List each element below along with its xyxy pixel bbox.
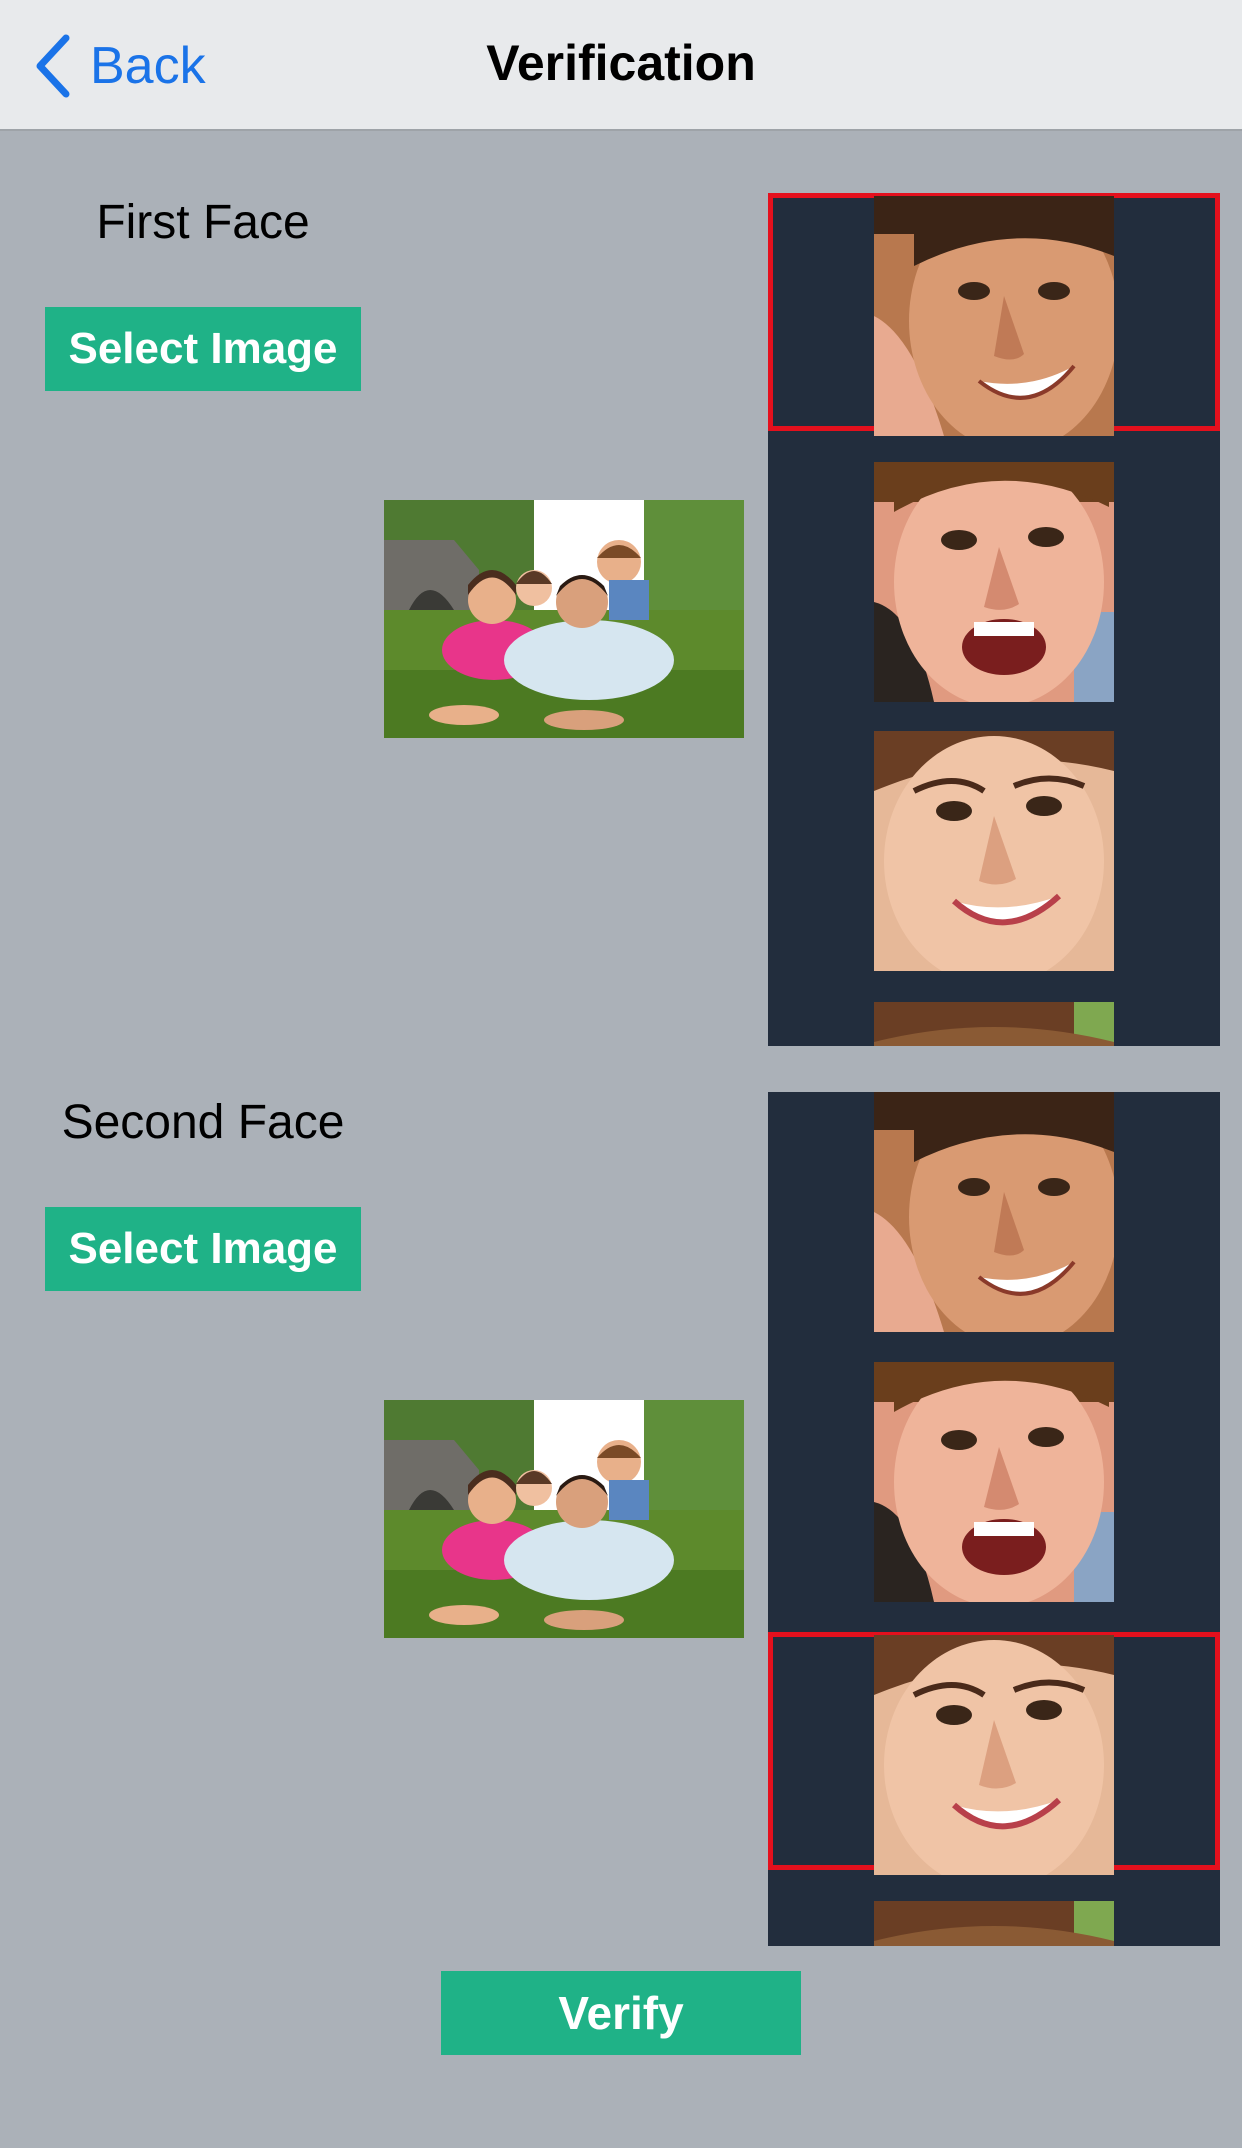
face-cell-man[interactable] [768,1092,1220,1332]
second-face-list[interactable] [768,1092,1220,1946]
man-face-image [874,196,1114,436]
face-cell-boy[interactable] [768,462,1220,702]
woman-face-image [874,731,1114,971]
family-photo-image [384,500,744,738]
family-photo-image [384,1400,744,1638]
page-title: Verification [486,35,756,91]
face-cell-woman-selected[interactable] [768,1632,1220,1870]
face-cell-boy[interactable] [768,1362,1220,1602]
second-face-title: Second Face [61,1096,345,1149]
first-face-list[interactable] [768,193,1220,1046]
first-photo [384,500,744,738]
boy-face-image [874,1362,1114,1602]
first-face-title: First Face [96,196,310,249]
navigation-bar: Back Verification [0,0,1242,131]
boy-face-image [874,462,1114,702]
girl-face-image [874,1002,1114,1046]
face-cell-girl[interactable] [768,1901,1220,1946]
first-select-image-button[interactable]: Select Image [45,307,361,391]
woman-face-image [874,1635,1114,1875]
second-select-image-button[interactable]: Select Image [45,1207,361,1291]
verify-button[interactable]: Verify [441,1971,801,2055]
face-cell-man-selected[interactable] [768,193,1220,436]
girl-face-image [874,1901,1114,1946]
second-photo [384,1400,744,1638]
face-cell-girl[interactable] [768,1002,1220,1046]
face-cell-woman[interactable] [768,731,1220,969]
man-face-image [874,1092,1114,1332]
